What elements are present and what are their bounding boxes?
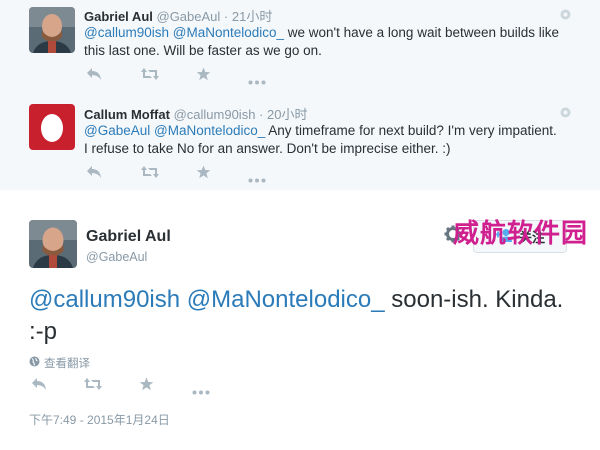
translate-link[interactable]: 查看翻译 [29, 355, 90, 371]
mention-link[interactable]: @callum90ish [84, 25, 169, 40]
tweet-reply-1[interactable]: Gabriel Aul @GabeAul · 21小时 @callum90ish… [0, 0, 600, 95]
tweet-text: @callum90ish @MaNontelodico_ we won't ha… [84, 24, 564, 60]
more-options-icon[interactable] [560, 105, 571, 123]
mention-link[interactable]: @GabeAul [84, 123, 150, 138]
more-icon[interactable] [192, 382, 210, 400]
mention-link[interactable]: @MaNontelodico_ [187, 286, 385, 313]
tweet-reply-2[interactable]: Callum Moffat @callum90ish · 20小时 @GabeA… [0, 94, 600, 191]
watermark: 威航软件园 [453, 219, 589, 249]
author-handle[interactable]: @GabeAul [157, 9, 221, 24]
reply-icon[interactable] [86, 67, 102, 86]
separator-dot: · [259, 107, 264, 122]
more-options-icon[interactable] [560, 7, 571, 25]
reply-icon[interactable] [31, 377, 47, 396]
author-name[interactable]: Gabriel Aul [84, 9, 153, 24]
tweet-time[interactable]: 20小时 [267, 107, 307, 122]
favorite-icon[interactable] [196, 165, 211, 184]
author-name[interactable]: Gabriel Aul [86, 228, 171, 246]
tweet-time[interactable]: 21小时 [232, 9, 272, 24]
reply-icon[interactable] [86, 165, 102, 184]
more-icon[interactable] [248, 72, 266, 90]
mention-link[interactable]: @callum90ish [29, 286, 180, 313]
tweet-text: @GabeAul @MaNontelodico_ Any timeframe f… [84, 122, 564, 158]
globe-icon [29, 356, 40, 370]
tweet-header: Callum Moffat @callum90ish · 20小时 [84, 104, 307, 123]
main-tweet-text: @callum90ish @MaNontelodico_ soon-ish. K… [29, 284, 574, 348]
author-name[interactable]: Callum Moffat [84, 107, 170, 122]
tweet-header: Gabriel Aul @GabeAul · 21小时 [84, 6, 272, 25]
mention-link[interactable]: @MaNontelodico_ [154, 123, 265, 138]
favorite-icon[interactable] [139, 377, 154, 396]
separator-dot: · [223, 9, 229, 24]
retweet-icon[interactable] [140, 165, 160, 184]
retweet-icon[interactable] [83, 377, 103, 396]
avatar[interactable] [29, 220, 77, 268]
favorite-icon[interactable] [196, 67, 211, 86]
translate-label: 查看翻译 [44, 358, 90, 370]
avatar[interactable] [29, 7, 75, 53]
more-icon[interactable] [248, 170, 266, 188]
author-handle[interactable]: @callum90ish [174, 107, 256, 122]
retweet-icon[interactable] [140, 67, 160, 86]
avatar[interactable] [29, 104, 75, 150]
tweet-timestamp[interactable]: 下午7:49 - 2015年1月24日 [29, 411, 170, 428]
mention-link[interactable]: @MaNontelodico_ [173, 25, 284, 40]
author-handle[interactable]: @GabeAul [86, 250, 147, 264]
